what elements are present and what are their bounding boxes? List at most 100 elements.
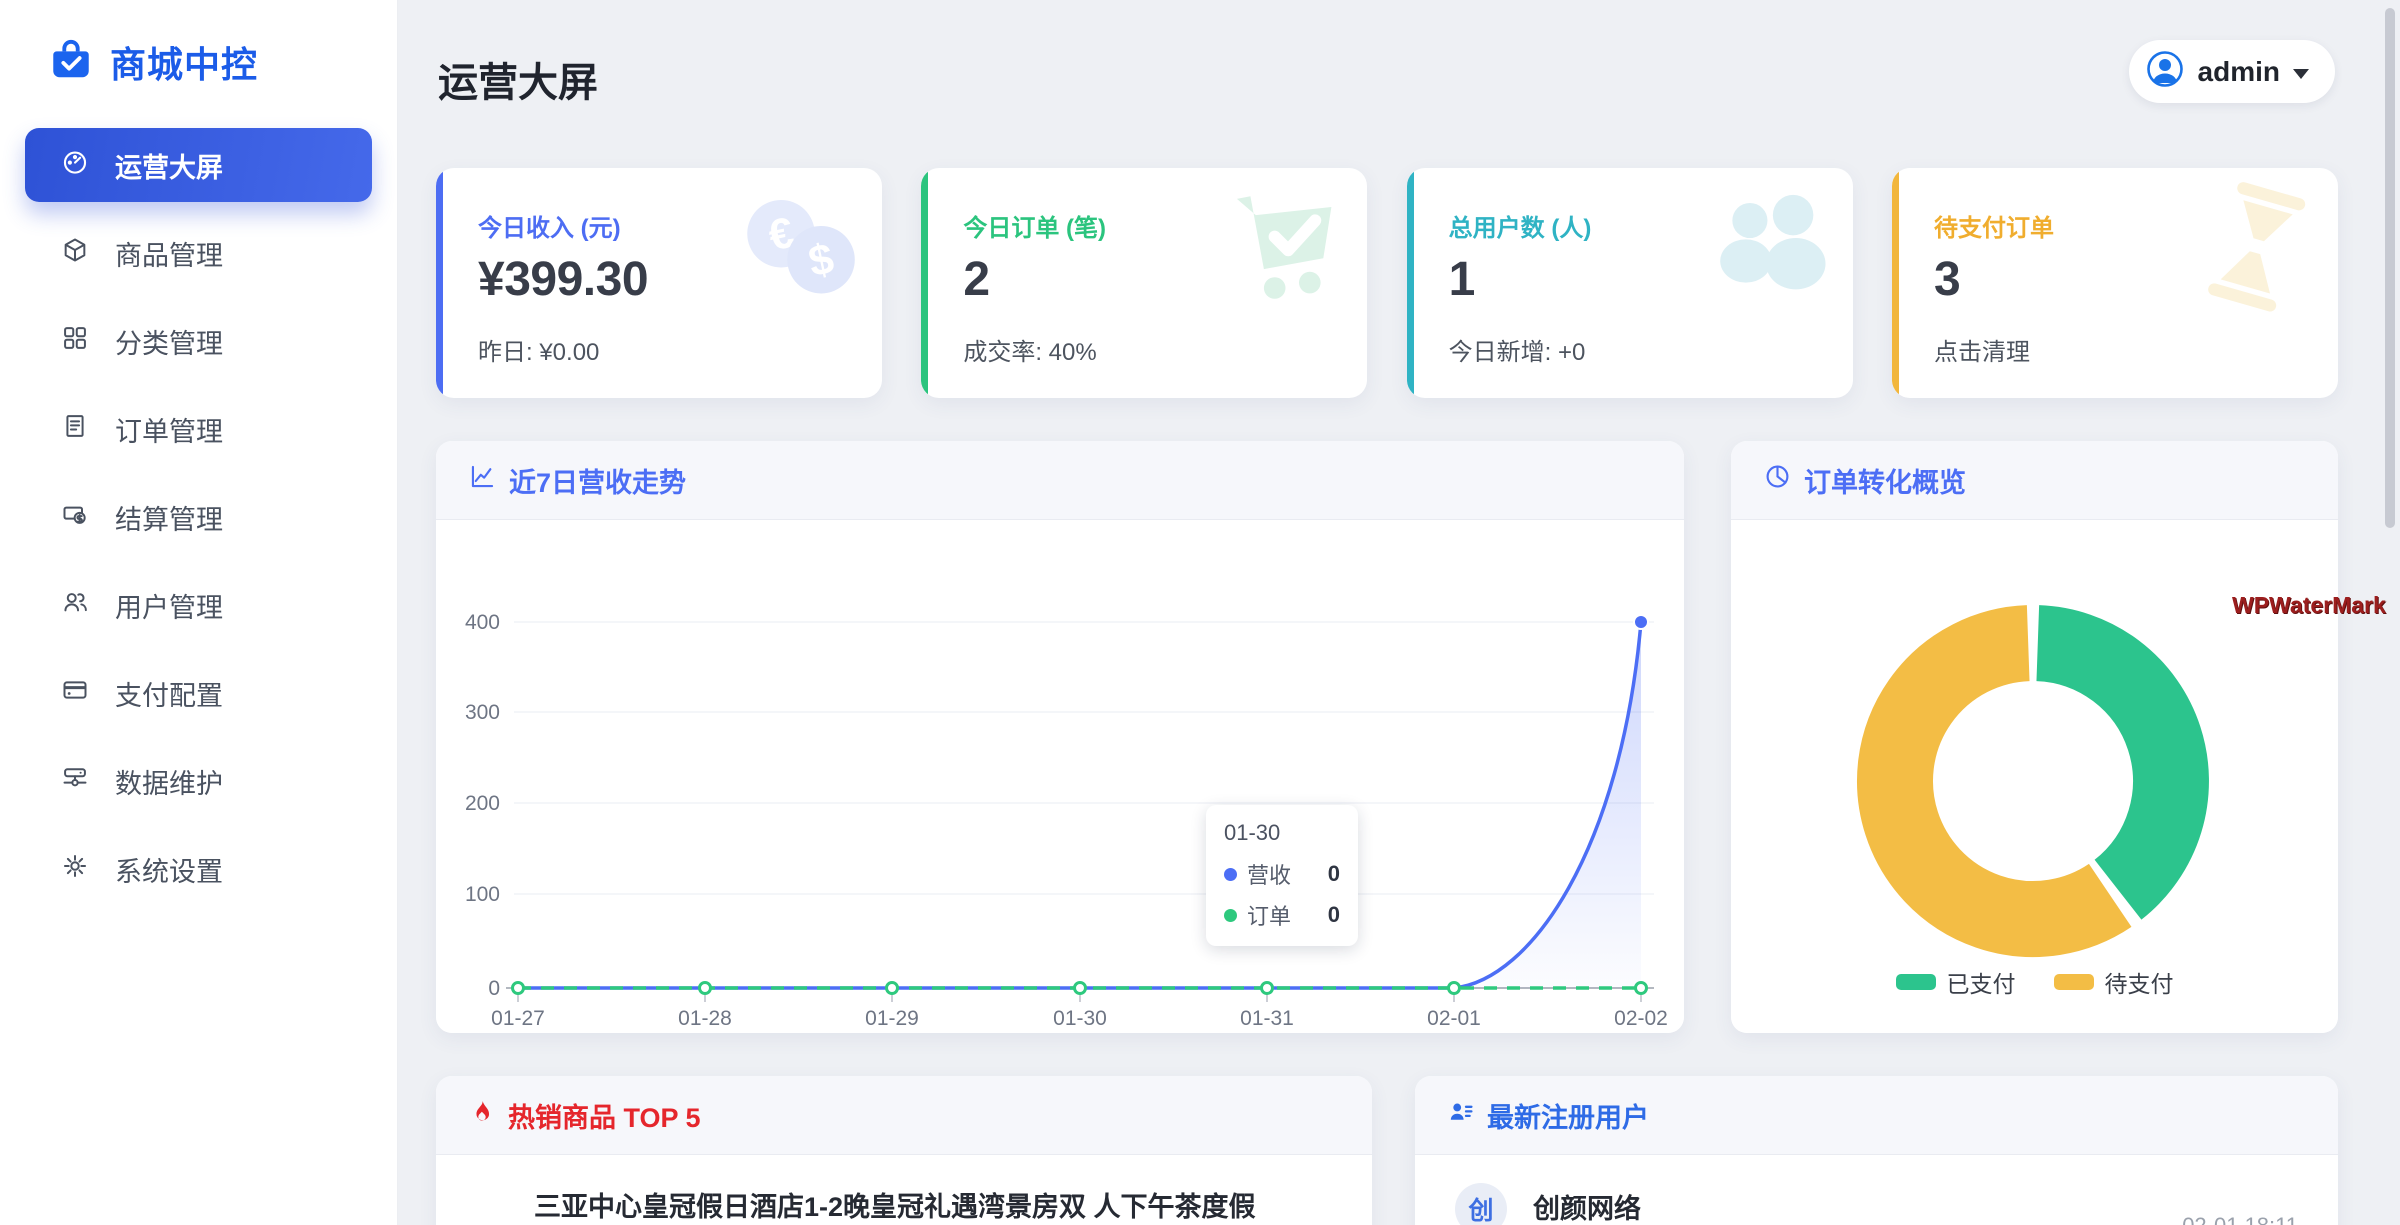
bottom-row: 热销商品 TOP 5 三亚中心皇冠假日酒店1-2晚皇冠礼遇湾景房双 人下午茶度假 xyxy=(436,1076,2338,1225)
receipt-icon xyxy=(61,412,89,447)
page-title: 运营大屏 xyxy=(438,61,598,105)
product-name: 三亚中心皇冠假日酒店1-2晚皇冠礼遇湾景房双 人下午茶度假 xyxy=(534,1192,1256,1222)
sidebar-item-label: 结算管理 xyxy=(115,504,223,535)
sidebar-item-label: 数据维护 xyxy=(115,768,223,799)
legend-swatch-paid xyxy=(1895,974,1936,990)
stat-value: 1 xyxy=(1448,253,1476,306)
shopping-bag-icon xyxy=(48,37,94,88)
sidebar-item-label: 分类管理 xyxy=(115,328,223,359)
database-icon xyxy=(61,764,89,799)
series-name: 营收 xyxy=(1247,863,1292,888)
dashboard-page: { "app": { "logo": "商城中控", "user_menu": … xyxy=(0,0,2400,1225)
sidebar-item-data[interactable]: 数据维护 xyxy=(25,744,372,818)
line-chart-icon xyxy=(469,463,496,497)
sidebar-item-label: 运营大屏 xyxy=(115,152,223,183)
legend-item-paid[interactable]: 已支付 xyxy=(1895,965,2016,999)
user-avatar-icon xyxy=(2145,49,2185,94)
admin-menu[interactable]: admin xyxy=(2128,40,2335,103)
package-icon xyxy=(61,236,89,271)
sidebar-item-label: 系统设置 xyxy=(115,856,223,887)
tooltip-row: 订单 0 xyxy=(1224,899,1340,931)
panel-title: 订单转化概览 xyxy=(1804,467,1966,498)
sidebar-item-settings[interactable]: 系统设置 xyxy=(25,832,372,906)
users-group-icon xyxy=(1704,180,1839,320)
brand-text: 商城中控 xyxy=(110,44,259,85)
flame-icon xyxy=(469,1099,495,1132)
y-tick: 200 xyxy=(465,792,500,815)
series-dot-revenue xyxy=(1224,867,1237,881)
watermark-text: WPWaterMark xyxy=(2232,592,2386,618)
users-icon xyxy=(61,588,89,623)
sidebar-item-label: 支付配置 xyxy=(115,680,223,711)
new-users-body: 创 创颜网络 02-01 18:11 xyxy=(1415,1155,2338,1225)
legend-label: 已支付 xyxy=(1946,971,2016,997)
stat-card-orders: 今日订单 (笔) 2 成交率: 40% xyxy=(921,168,1368,398)
sidebar-item-products[interactable]: 商品管理 xyxy=(25,216,372,290)
stat-label: 总用户数 (人) xyxy=(1448,215,1592,242)
legend-swatch-pending xyxy=(2053,974,2094,990)
x-tick: 01-27 xyxy=(491,1007,545,1030)
hot-products-body: 三亚中心皇冠假日酒店1-2晚皇冠礼遇湾景房双 人下午茶度假 xyxy=(436,1155,1372,1225)
avatar: 创 xyxy=(1455,1183,1507,1225)
gauge-icon xyxy=(61,148,89,183)
x-tick: 01-28 xyxy=(678,1007,732,1030)
series-dot-orders xyxy=(1224,908,1237,922)
charts-row: 近7日营收走势 400 300 200 100 0 01-27 01-28 01… xyxy=(436,441,2338,1033)
x-tick: 02-02 xyxy=(1614,1007,1668,1030)
cart-check-icon xyxy=(1218,180,1353,320)
stat-card-users: 总用户数 (人) 1 今日新增: +0 xyxy=(1406,168,1853,398)
chart-tooltip: 01-30 营收 0 订单 0 xyxy=(1206,805,1358,946)
tooltip-row: 营收 0 xyxy=(1224,858,1340,890)
user-list-icon xyxy=(1448,1099,1474,1132)
stat-value: 3 xyxy=(1933,253,1961,306)
series-name: 订单 xyxy=(1247,904,1292,929)
y-tick: 100 xyxy=(465,883,500,906)
stat-value: 2 xyxy=(963,253,990,306)
hourglass-icon xyxy=(2189,180,2324,320)
donut-segment-paid xyxy=(2035,605,2209,920)
sidebar-item-payment[interactable]: 支付配置 xyxy=(25,656,372,730)
stat-label: 今日收入 (元) xyxy=(478,215,621,242)
y-tick: 300 xyxy=(465,701,500,724)
stat-sub: 成交率: 40% xyxy=(963,339,1097,366)
tooltip-title: 01-30 xyxy=(1224,820,1281,845)
stat-sub: 昨日: ¥0.00 xyxy=(478,339,600,366)
sidebar-item-label: 商品管理 xyxy=(115,240,223,271)
x-tick: 01-29 xyxy=(865,1007,919,1030)
donut-legend: 已支付 待支付 xyxy=(1731,965,2338,999)
list-item[interactable]: 创 创颜网络 02-01 18:11 xyxy=(1415,1155,2338,1225)
stat-card-revenue: 今日收入 (元) ¥399.30 昨日: ¥0.00 € $ xyxy=(436,168,882,398)
brand-logo[interactable]: 商城中控 xyxy=(0,0,397,88)
y-tick: 0 xyxy=(488,977,500,1000)
legend-item-pending[interactable]: 待支付 xyxy=(2053,965,2174,999)
x-tick: 01-30 xyxy=(1053,1007,1107,1030)
sidebar-item-orders[interactable]: 订单管理 xyxy=(25,392,372,466)
new-users-header: 最新注册用户 xyxy=(1415,1076,2338,1155)
stat-label: 今日订单 (笔) xyxy=(963,215,1106,242)
sidebar-item-label: 用户管理 xyxy=(115,592,223,623)
new-users-panel: 最新注册用户 创 创颜网络 02-01 18:11 xyxy=(1415,1076,2338,1225)
stat-value: ¥399.30 xyxy=(478,253,649,306)
series-value: 0 xyxy=(1327,861,1340,886)
credit-card-icon xyxy=(61,676,89,711)
main-content: 运营大屏 admin 今日收入 (元) ¥399.30 昨日: ¥0.00 € … xyxy=(398,0,2400,1225)
sidebar-item-categories[interactable]: 分类管理 xyxy=(25,304,372,378)
revenue-trend-header: 近7日营收走势 xyxy=(436,441,1684,520)
hot-products-header: 热销商品 TOP 5 xyxy=(436,1076,1372,1155)
list-item[interactable]: 三亚中心皇冠假日酒店1-2晚皇冠礼遇湾景房双 人下午茶度假 xyxy=(436,1155,1372,1225)
sidebar-item-users[interactable]: 用户管理 xyxy=(25,568,372,642)
stat-card-pending[interactable]: 待支付订单 3 点击清理 xyxy=(1891,168,2338,398)
hot-products-panel: 热销商品 TOP 5 三亚中心皇冠假日酒店1-2晚皇冠礼遇湾景房双 人下午茶度假 xyxy=(436,1076,1372,1225)
money-icon xyxy=(61,500,89,535)
admin-name: admin xyxy=(2197,55,2280,87)
sidebar-item-dashboard[interactable]: 运营大屏 xyxy=(25,128,372,202)
sidebar-menu: 运营大屏 商品管理 分类管理 订单管理 结算管理 用户管理 支付配置 数据维护 … xyxy=(0,128,397,906)
panel-title: 近7日营收走势 xyxy=(509,467,687,498)
stat-label: 待支付订单 xyxy=(1933,215,2054,242)
sidebar-item-settlement[interactable]: 结算管理 xyxy=(25,480,372,554)
vertical-scrollbar[interactable] xyxy=(2385,8,2395,528)
grid-icon xyxy=(61,324,89,359)
chevron-down-icon xyxy=(2293,68,2309,79)
panel-title: 热销商品 TOP 5 xyxy=(508,1102,701,1133)
legend-label: 待支付 xyxy=(2104,971,2174,997)
